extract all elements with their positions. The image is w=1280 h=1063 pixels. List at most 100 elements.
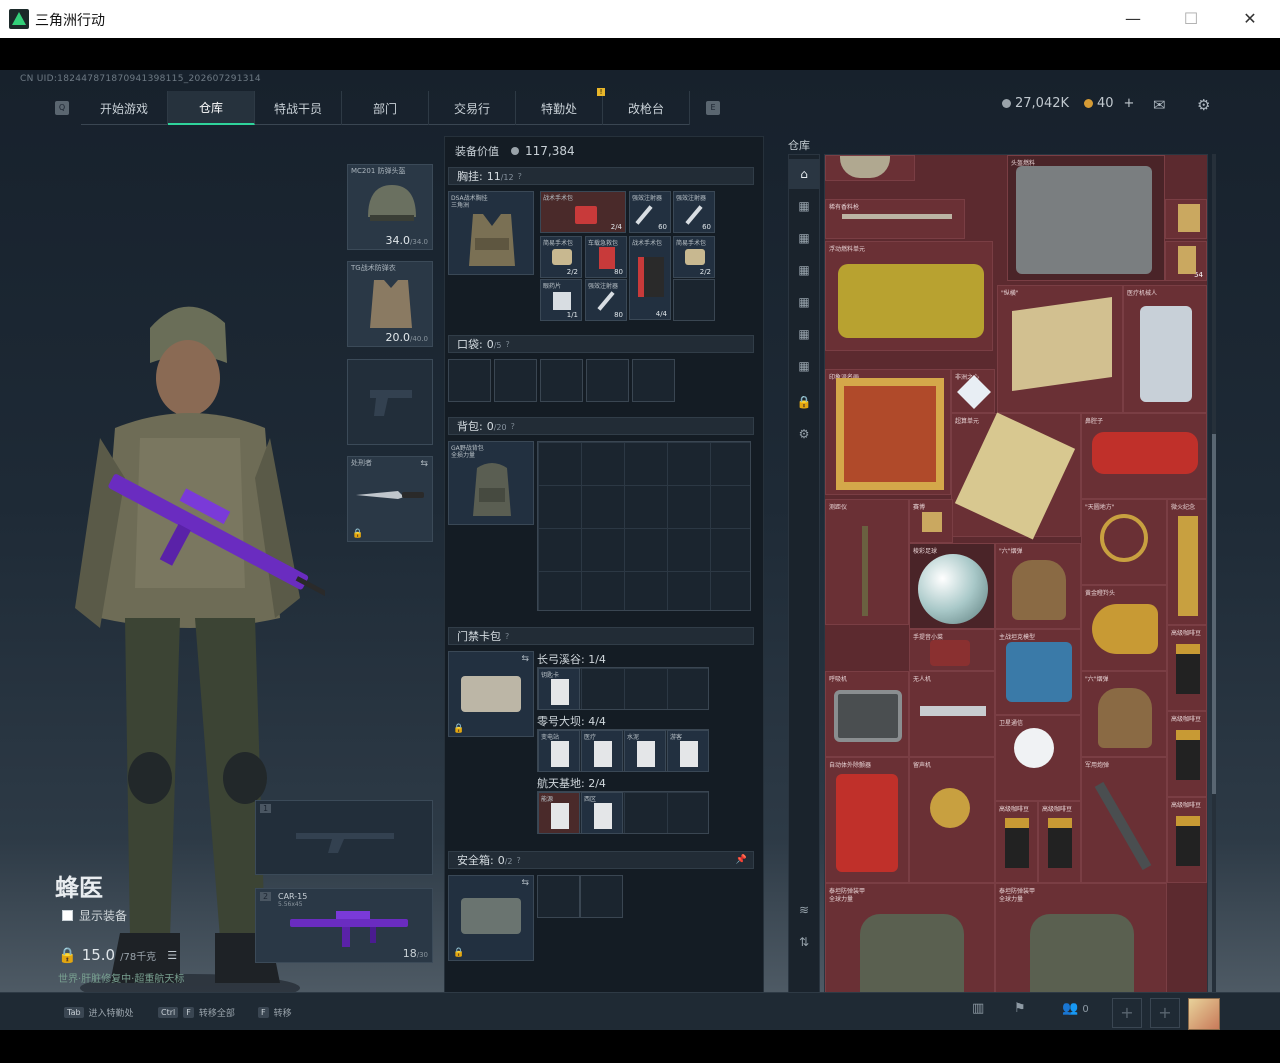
chest-item-2[interactable]: 强效注射器 60 [629,191,671,233]
nav-prev-key[interactable]: Q [55,101,69,115]
pocket-slot-3[interactable] [540,359,583,402]
stash-item[interactable]: 黄金瞪羚头 [1081,585,1167,671]
stash-item[interactable]: 高级咖啡豆 [1167,711,1207,797]
stash-item[interactable]: 留声机 [909,757,995,883]
backpack-slot[interactable]: GA野战背包 全损力量 [448,441,534,525]
tab-market[interactable]: 交易行 [429,91,516,125]
stash-tab-ammo-icon[interactable]: ▦ [789,287,819,317]
stash-scrollbar[interactable] [1212,154,1216,1002]
stash-item[interactable]: "六"烟弹 [1081,671,1167,757]
nav-next-key[interactable]: E [706,101,720,115]
chest-rig-slot[interactable]: DSA战术胸挂 三角洲 [448,191,534,275]
chest-item-4[interactable]: 简易手术包 2/2 [540,236,582,278]
coin-balance[interactable]: 27,042K [1002,96,1069,111]
stash-item[interactable]: 稀有香料枪 [825,199,965,239]
pocket-slot-5[interactable] [632,359,675,402]
stash-item[interactable]: 头盔燃料 [1007,155,1165,281]
stash-item[interactable]: 印象派名画 [825,369,951,495]
list-icon[interactable]: ☰ [167,949,177,962]
invite-slot-1[interactable]: + [1112,998,1142,1028]
pocket-slot-1[interactable] [448,359,491,402]
swap-icon[interactable]: ⇆ [420,459,428,469]
safebox-slot[interactable]: ⇆ 🔒 [448,875,534,961]
keycase-slot[interactable]: ⇆ 🔒 [448,651,534,737]
stash-item[interactable]: "纵横" [997,285,1123,413]
pocket-slot-4[interactable] [586,359,629,402]
stash-item[interactable]: 泰坦防弹装甲 全球力量 [995,883,1167,1001]
flag-icon[interactable]: ⚑ [1014,1001,1026,1016]
stash-item[interactable]: 主战坦克模型 [995,629,1081,715]
maximize-button[interactable]: ☐ [1176,8,1206,30]
pocket-slot-2[interactable] [494,359,537,402]
keycard[interactable]: 钥匙卡 [538,668,580,710]
melee-slot[interactable]: 处刑者 ⇆ 🔒 [347,456,433,542]
stash-sort-icon[interactable]: ⇅ [789,927,819,957]
stash-item[interactable]: 棱彩足球 [909,543,995,629]
secondary-weapon-slot[interactable]: 1 [255,800,433,875]
stash-tab-items-icon[interactable]: ▦ [789,255,819,285]
tab-start-game[interactable]: 开始游戏 [81,91,168,125]
close-button[interactable]: ✕ [1235,8,1265,30]
stash-item[interactable]: 军用炮弹 [1081,757,1167,883]
pin-icon[interactable]: 📌 [736,855,747,865]
stash-item[interactable]: 测距仪 [825,499,909,625]
stats-icon[interactable]: ▥ [972,1001,984,1016]
stash-tab-all-icon[interactable]: ⌂ [789,159,819,189]
chest-item-5[interactable]: 车载急救包 80 [585,236,627,278]
sidearm-slot[interactable] [347,359,433,445]
stash-item[interactable]: 鼻腔子 [1081,413,1207,499]
stash-item[interactable]: 卫星通信 [995,715,1081,801]
show-gear-checkbox[interactable] [62,910,73,921]
armor-slot[interactable]: TG战术防弹衣 20.0/40.0 [347,261,433,347]
stash-item[interactable]: 高级咖啡豆 [1167,625,1207,711]
stash-item[interactable]: "六"烟弹 [995,543,1081,629]
chest-item-7[interactable]: 简易手术包 2/2 [673,236,715,278]
mail-icon[interactable]: ✉ [1153,96,1166,114]
keycase-map-2-grid[interactable]: 变电站 医疗 水泥 游客 [537,729,709,772]
stash-item[interactable]: 医疗机械人 [1123,285,1207,413]
stash-layers-icon[interactable]: ≋ [789,895,819,925]
helmet-slot[interactable]: MC201 防弹头盔 34.0/34.0 [347,164,433,250]
stash-item[interactable]: 高级咖啡豆 [1167,797,1207,883]
help-icon[interactable]: ? [506,340,510,349]
stash-tab-gear-icon[interactable]: ▦ [789,223,819,253]
keycard[interactable]: 西区 [581,792,623,834]
stash-item[interactable] [825,155,915,181]
keycard[interactable]: 水泥 [624,730,666,772]
stash-item[interactable]: 无人机 [909,671,995,757]
stash-item[interactable]: 微火纪念 [1167,499,1207,625]
stash-settings-icon[interactable]: ⚙ [789,419,819,449]
tab-warehouse[interactable]: 仓库 [168,91,255,125]
help-icon[interactable]: ? [518,172,522,181]
hint-transfer-all[interactable]: Ctrl F 转移全部 [158,1006,235,1019]
safebox-cell-2[interactable] [580,875,623,918]
stash-item[interactable]: 泰坦防弹装甲 全球力量 [825,883,995,1001]
keycard[interactable]: 医疗 [581,730,623,772]
tab-operators[interactable]: 特战干员 [255,91,342,125]
safebox-cell-1[interactable] [537,875,580,918]
hint-special-ops[interactable]: Tab 进入特勤处 [64,1006,134,1019]
keycase-map-1-grid[interactable]: 钥匙卡 [537,667,709,710]
minimize-button[interactable]: — [1118,8,1148,30]
party-icon[interactable]: 👥 0 [1062,1001,1089,1016]
stash-item[interactable] [1165,199,1207,239]
stash-item[interactable]: 自动体外除颤器 [825,757,909,883]
add-ticket-button[interactable]: + [1124,96,1135,111]
keycard[interactable]: 能源 [538,792,580,834]
help-icon[interactable]: ? [511,422,515,431]
stash-item[interactable]: 高级咖啡豆 [1038,801,1081,883]
keycase-map-3-grid[interactable]: 能源 西区 [537,791,709,834]
help-icon[interactable]: ? [517,856,521,865]
stash-item[interactable]: 高级咖啡豆 [995,801,1038,883]
tab-special-ops[interactable]: 特勤处! [516,88,605,125]
tab-gunsmith[interactable]: 改枪台 [603,91,690,125]
stash-item[interactable]: 54 [1165,241,1207,281]
chest-empty-slot[interactable] [673,279,715,321]
swap-icon[interactable]: ⇆ [521,878,529,888]
chest-item-8[interactable]: 眼药片 1/1 [540,279,582,321]
stash-tab-valuables-icon[interactable]: ▦ [789,351,819,381]
stash-item[interactable]: "天圆地方" [1081,499,1167,585]
stash-item[interactable]: 呼吸机 [825,671,909,757]
stash-item[interactable]: 赛博 [909,499,953,543]
primary-weapon-slot[interactable]: 2 CAR-15 5.56x45 18/30 [255,888,433,963]
